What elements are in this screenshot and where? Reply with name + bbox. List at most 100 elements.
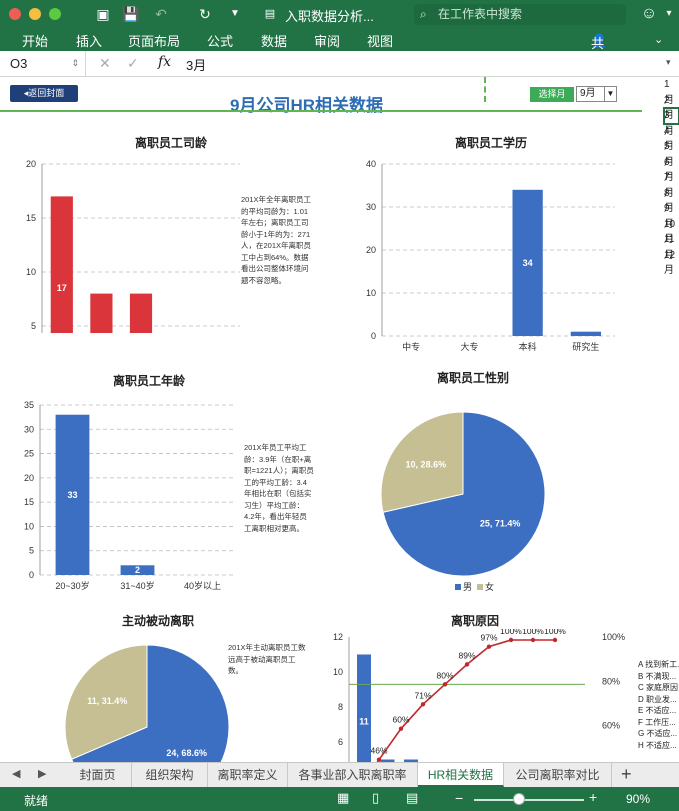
back-to-cover-label: 返回封面: [28, 88, 65, 98]
zoom-in-button[interactable]: +: [589, 789, 597, 805]
select-month-label: 选择月: [530, 87, 574, 102]
insert-function-icon[interactable]: fx: [158, 54, 171, 70]
zoom-level: 90%: [626, 792, 651, 806]
sheet-canvas[interactable]: ◂返回封面 9月公司HR相关数据 选择月 9月 ▼ 1月 2月 3月 4月 5月 6月 7月 8…: [0, 77, 679, 762]
dropdown-arrow-icon[interactable]: ▼: [604, 87, 616, 101]
bar: [129, 293, 153, 333]
y-tick-label: 20: [366, 245, 376, 255]
y-tick-label: 8: [338, 702, 343, 712]
normal-view-icon[interactable]: ▦: [337, 790, 349, 806]
reasons-legend-item: H 不适应...: [638, 740, 677, 750]
x-tick-label: 中专: [402, 341, 420, 352]
sheet-tab-cover[interactable]: 封面页: [64, 763, 132, 787]
chart-gender: 25, 71.4% 10, 28.6% 男 女: [380, 411, 546, 592]
title-bar: ▣ 💾 ↶ ↻ ▼ ▤ 入职数据分析... ⌕ 在工作表中搜索 ☺ ▾: [0, 0, 679, 29]
zoom-out-button[interactable]: −: [455, 790, 463, 806]
cumulative-label: 100%: [522, 629, 544, 636]
close-window-button[interactable]: [9, 8, 21, 20]
status-ready: 就绪: [24, 794, 49, 808]
customize-toolbar-icon[interactable]: ▼: [226, 5, 244, 23]
month-list-item[interactable]: 10月: [664, 217, 679, 246]
redo-icon[interactable]: ↻: [196, 5, 214, 23]
tab-insert[interactable]: 插入: [76, 31, 102, 50]
name-box[interactable]: O3 ⇕: [0, 51, 86, 76]
cell-reference: O3: [10, 56, 28, 71]
chart-title-reasons: 离职原因: [451, 614, 500, 628]
collapse-ribbon-icon[interactable]: ⌄: [654, 33, 663, 46]
sheet-tab-division-rates[interactable]: 各事业部入职离职率: [288, 763, 418, 787]
tab-formulas[interactable]: 公式: [207, 31, 233, 50]
chart-education: 0 10 20 30 40 中专 大专 34 本科 研究生: [366, 159, 615, 352]
page-break-view-icon[interactable]: ▤: [406, 790, 418, 806]
tab-page-layout[interactable]: 页面布局: [128, 31, 180, 50]
cumulative-point: [442, 682, 448, 687]
sheet-tab-company-compare[interactable]: 公司离职率对比: [504, 763, 612, 787]
sheet-search-input[interactable]: ⌕ 在工作表中搜索: [414, 4, 626, 25]
month-list-item[interactable]: 11月: [664, 232, 679, 261]
formula-expand-icon[interactable]: ▾: [666, 57, 671, 68]
note-age: 201X年员工平均工龄：3.9年（在职+离职=1221人）；离职员工的平均工龄：…: [244, 443, 314, 533]
y-tick-label: 10: [333, 667, 343, 677]
zoom-slider-track[interactable]: [474, 799, 584, 801]
y-tick-label: 30: [24, 424, 34, 434]
sheet-title: 9月公司HR相关数据: [230, 96, 384, 115]
cumulative-point: [508, 637, 514, 643]
y-tick-label: 25: [24, 449, 34, 459]
x-tick-label: 31~40岁: [120, 580, 154, 591]
sheet-tab-org[interactable]: 组织架构: [132, 763, 208, 787]
cumulative-label: 89%: [458, 650, 475, 660]
formula-input[interactable]: 3月: [186, 55, 206, 74]
bar: [570, 331, 602, 336]
sheet-tab-hr-data[interactable]: HR相关数据: [418, 763, 504, 787]
status-bar: 就绪 ▦ ▯ ▤ − + 90%: [0, 787, 679, 811]
cumulative-point: [398, 726, 404, 731]
minimize-window-button[interactable]: [29, 8, 41, 20]
y2-tick-label: 80%: [602, 676, 620, 686]
data-label: 11: [359, 717, 369, 727]
cumulative-label: 80%: [436, 670, 453, 680]
cumulative-point: [552, 637, 558, 643]
tab-home[interactable]: 开始: [22, 31, 48, 50]
tab-data[interactable]: 数据: [261, 31, 287, 50]
maximize-window-button[interactable]: [49, 8, 61, 20]
cumulative-label: 100%: [500, 629, 522, 636]
y-tick-label: 6: [338, 737, 343, 747]
save-icon[interactable]: 💾: [122, 5, 140, 23]
back-to-cover-button[interactable]: ◂返回封面: [10, 85, 78, 102]
note-tenure: 201X年全年离职员工的平均司龄为：1.01年左右；离职员工司龄小于1年的为：2…: [241, 195, 312, 285]
bar: [357, 654, 371, 762]
reasons-legend-item: E 不适应...: [638, 706, 677, 715]
next-sheet-icon[interactable]: ▶: [38, 767, 46, 780]
legend-label-male: 男: [463, 582, 472, 592]
sheet-tab-bar: ◀ ▶ 封面页 组织架构 离职率定义 各事业部入职离职率 HR相关数据 公司离职…: [0, 762, 679, 787]
sheet-tab-turnover-def[interactable]: 离职率定义: [208, 763, 288, 787]
y-tick-label: 10: [366, 288, 376, 298]
page-break-line: [484, 77, 486, 102]
slice-label: 24, 68.6%: [166, 748, 207, 758]
tab-review[interactable]: 审阅: [314, 31, 340, 50]
y-tick-label: 10: [24, 521, 34, 531]
sidebar-icon[interactable]: ▣: [94, 5, 112, 23]
smiley-feedback-icon[interactable]: ☺: [640, 5, 658, 23]
cumulative-point: [530, 637, 536, 643]
enter-check-icon[interactable]: ✓: [127, 55, 139, 72]
feedback-dropdown-icon[interactable]: ▾: [660, 5, 678, 23]
name-box-stepper-icon[interactable]: ⇕: [71, 51, 79, 76]
data-label: 34: [523, 258, 533, 268]
cancel-icon[interactable]: ✕: [99, 55, 111, 72]
undo-icon[interactable]: ↶: [152, 5, 170, 23]
y-tick-label: 5: [31, 321, 36, 331]
prev-sheet-icon[interactable]: ◀: [12, 767, 20, 780]
y-tick-label: 0: [371, 331, 376, 341]
y-tick-label: 15: [24, 497, 34, 507]
tab-view[interactable]: 视图: [367, 31, 393, 50]
page-layout-view-icon[interactable]: ▯: [372, 790, 379, 806]
zoom-slider-handle[interactable]: [513, 793, 525, 805]
chart-reasons: 4681012100%80%60%40%1131%46%60%71%80%89%…: [333, 629, 625, 762]
month-list-item[interactable]: 1月: [664, 77, 679, 106]
month-list-item[interactable]: 12月: [664, 248, 679, 277]
legend-swatch-female: [477, 584, 483, 590]
month-dropdown[interactable]: 9月 ▼: [576, 86, 617, 102]
cumulative-point: [464, 662, 470, 667]
add-sheet-button[interactable]: +: [621, 764, 632, 785]
